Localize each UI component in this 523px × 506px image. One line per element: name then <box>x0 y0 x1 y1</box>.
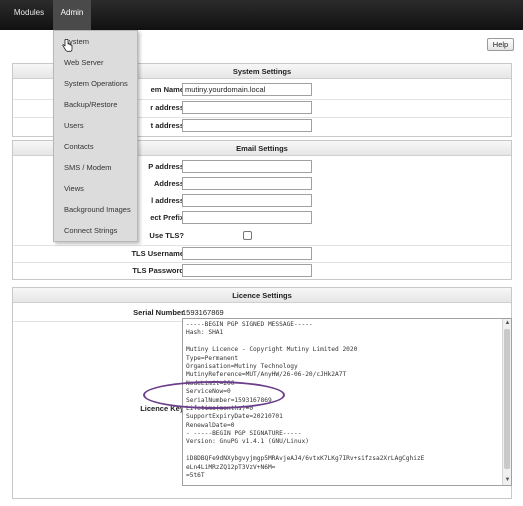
system-name-label: em Name <box>150 85 184 94</box>
scroll-thumb[interactable] <box>504 329 510 469</box>
use-tls-checkbox[interactable] <box>243 231 252 240</box>
ip-address-input[interactable] <box>182 101 312 114</box>
from-address-label: Address <box>153 179 184 188</box>
gateway-address-label: t address <box>150 121 184 130</box>
nav-admin[interactable]: Admin <box>53 0 91 30</box>
licence-key-line: Hash: SHA1 <box>186 329 224 337</box>
scroll-down-icon[interactable]: ▼ <box>503 476 511 485</box>
licence-key-scrollbar[interactable]: ▲ ▼ <box>502 319 511 485</box>
licence-key-line: -----BEGIN PGP SIGNED MESSAGE----- <box>186 321 313 328</box>
menu-item-sms-modem[interactable]: SMS / Modem <box>54 157 137 178</box>
highlight-annotation <box>143 381 285 409</box>
smtp-address-label: P address <box>148 162 184 171</box>
licence-key-line: Version: GnuPG v1.4.1 (GNU/Linux) <box>186 438 309 446</box>
tls-username-input[interactable] <box>182 247 312 260</box>
menu-item-background-images[interactable]: Background Images <box>54 199 137 220</box>
menu-item-views[interactable]: Views <box>54 178 137 199</box>
scroll-up-icon[interactable]: ▲ <box>503 319 511 328</box>
licence-key-line: Mutiny Licence - Copyright Mutiny Limite… <box>186 346 358 354</box>
licence-key-line <box>186 447 502 455</box>
licence-key-line: - -----BEGIN PGP SIGNATURE----- <box>186 430 302 438</box>
subject-prefix-input[interactable] <box>182 211 312 224</box>
licence-key-line: RenewalDate=0 <box>186 421 235 429</box>
tls-password-label: TLS Password <box>132 266 184 275</box>
email-address-input[interactable] <box>182 194 312 207</box>
serial-number-label: Serial Number <box>133 308 184 317</box>
use-tls-label: Use TLS? <box>149 231 184 240</box>
subject-prefix-label: ect Prefix <box>150 213 184 222</box>
licence-key-line: Organisation=Mutiny Technology <box>186 362 298 370</box>
from-address-input[interactable] <box>182 177 312 190</box>
gateway-address-input[interactable] <box>182 119 312 132</box>
menu-item-backup-restore[interactable]: Backup/Restore <box>54 94 137 115</box>
tls-username-label: TLS Username <box>131 249 184 258</box>
nav-modules[interactable]: Modules <box>8 0 50 30</box>
tls-username-row: TLS Username <box>13 245 511 263</box>
top-nav-bar: Modules Admin <box>0 0 523 30</box>
licence-key-line: SupportExpiryDate=20210701 <box>186 413 283 421</box>
help-button[interactable]: Help <box>487 38 514 51</box>
licence-key-line <box>186 338 502 346</box>
menu-item-system-operations[interactable]: System Operations <box>54 73 137 94</box>
licence-key-line: Type=Permanent <box>186 354 239 362</box>
licence-key-line: =5t6T <box>186 472 205 480</box>
smtp-address-input[interactable] <box>182 160 312 173</box>
licence-key-line: eLn4LiMRzZQ12pT3VzV+N6M= <box>186 463 276 471</box>
licence-settings-title: Licence Settings <box>13 288 511 303</box>
menu-item-contacts[interactable]: Contacts <box>54 136 137 157</box>
menu-item-connect-strings[interactable]: Connect Strings <box>54 220 137 241</box>
ip-address-label: r address <box>150 103 184 112</box>
menu-item-users[interactable]: Users <box>54 115 137 136</box>
tls-password-input[interactable] <box>182 264 312 277</box>
licence-key-line: MutinyReference=MUT/AnyHW/26-06-20/cJHk2… <box>186 371 347 379</box>
licence-key-line: iD8DBQFe9dNXybgvyjmgp5MRAvjeAJ4/6vtxK7LK… <box>186 455 425 463</box>
email-address-label: l address <box>151 196 184 205</box>
hand-cursor-icon <box>62 39 73 54</box>
tls-password-row: TLS Password <box>13 262 511 280</box>
admin-dropdown-menu: System Web Server System Operations Back… <box>53 30 138 242</box>
menu-item-web-server[interactable]: Web Server <box>54 52 137 73</box>
system-name-input[interactable]: mutiny.yourdomain.local <box>182 83 312 96</box>
